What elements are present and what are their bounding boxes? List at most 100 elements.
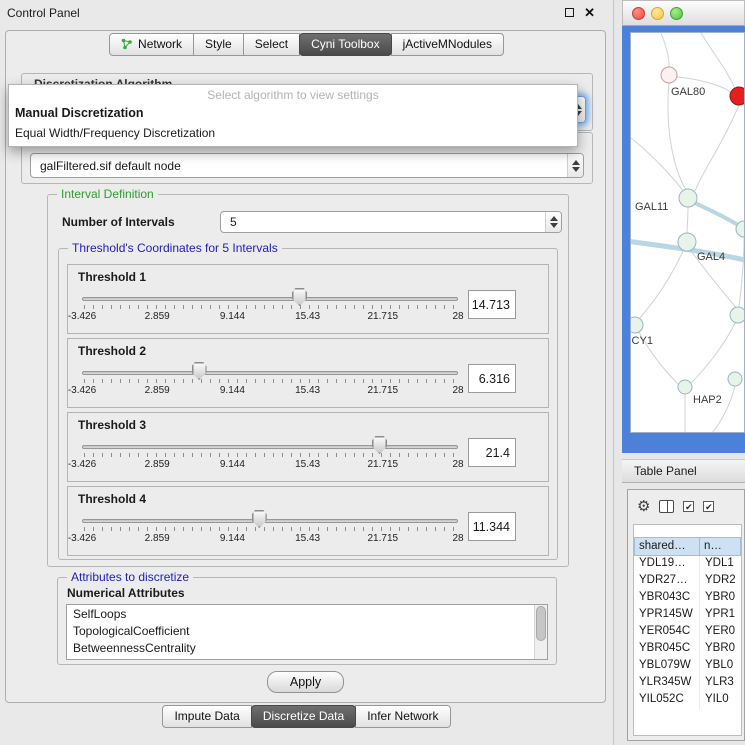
threshold-slider[interactable]: -3.4262.8599.14415.4321.71528: [82, 288, 458, 326]
table-data-combobox[interactable]: galFiltered.sif default node: [30, 153, 584, 178]
threshold-value-field[interactable]: 21.4: [468, 438, 516, 467]
numerical-attributes-label: Numerical Attributes: [67, 586, 185, 600]
slider-thumb-icon[interactable]: [192, 362, 207, 380]
table-row[interactable]: YPR145WYPR1: [634, 607, 741, 624]
node-gal4[interactable]: [678, 233, 696, 251]
network-edge[interactable]: [639, 251, 683, 319]
threshold-value-field[interactable]: 6.316: [468, 364, 516, 393]
gear-icon[interactable]: ⚙: [637, 499, 650, 514]
table-toolbar: ⚙ ✔ ✔: [628, 490, 744, 522]
zoom-button[interactable]: [670, 7, 683, 20]
node-red[interactable]: [730, 87, 745, 105]
dropdown-option-equal-width-frequency[interactable]: Equal Width/Frequency Discretization: [9, 123, 577, 143]
node-hap2[interactable]: [678, 380, 692, 394]
tab-network[interactable]: Network: [109, 33, 194, 56]
table-row[interactable]: YDL19…YDL1: [634, 556, 741, 573]
cell-name: YLR3: [700, 675, 741, 692]
threshold-slider[interactable]: -3.4262.8599.14415.4321.71528: [82, 510, 458, 548]
threshold-value-field[interactable]: 11.344: [468, 512, 516, 541]
number-of-intervals-combobox[interactable]: 5: [220, 211, 562, 233]
column-header-shared-name[interactable]: shared…: [634, 537, 700, 556]
network-edge[interactable]: [691, 323, 735, 383]
threshold-label: Threshold 1: [68, 265, 548, 288]
table-row[interactable]: YDR27…YDR2: [634, 573, 741, 590]
cell-shared-name: YBL079W: [634, 658, 700, 675]
table-body: YDL19…YDL1YDR27…YDR2YBR043CYBR0YPR145WYP…: [634, 556, 741, 709]
table-row[interactable]: YIL052CYIL0: [634, 692, 741, 709]
number-of-intervals-label: Number of Intervals: [62, 215, 175, 229]
threshold-value-field[interactable]: 14.713: [468, 290, 516, 319]
checkbox-icon-1[interactable]: ✔: [683, 501, 694, 512]
table-row[interactable]: YBR043CYBR0: [634, 590, 741, 607]
slider-track: [82, 371, 458, 375]
tab-discretize-data[interactable]: Discretize Data: [251, 705, 356, 728]
float-window-icon[interactable]: [565, 8, 574, 17]
network-edge[interactable]: [739, 237, 744, 307]
thresholds-group-title: Threshold's Coordinates for 5 Intervals: [68, 241, 282, 255]
attributes-group: Attributes to discretize Numerical Attri…: [57, 577, 557, 665]
threshold-slider[interactable]: -3.4262.8599.14415.4321.71528: [82, 436, 458, 474]
table-row[interactable]: YER054CYER0: [634, 624, 741, 641]
tab-cyni-toolbox[interactable]: Cyni Toolbox: [299, 33, 391, 56]
column-header-name[interactable]: n…: [700, 537, 741, 556]
scale-label: 28: [452, 311, 463, 322]
tab-style[interactable]: Style: [193, 33, 244, 56]
tab-jactivemnodules[interactable]: jActiveMNodules: [391, 33, 504, 56]
scrollbar-thumb[interactable]: [536, 606, 546, 641]
apply-button[interactable]: Apply: [267, 671, 344, 693]
network-canvas[interactable]: GAL80GAL11GAL4GCY1HAP2: [630, 32, 745, 433]
threshold-panel: Threshold 4-3.4262.8599.14415.4321.71528…: [67, 486, 549, 556]
dropdown-option-manual-discretization[interactable]: Manual Discretization: [9, 103, 577, 123]
tab-label: Style: [205, 37, 232, 51]
scale-label: -3.426: [68, 311, 96, 322]
tab-label: jActiveMNodules: [403, 37, 492, 51]
slider-thumb-icon[interactable]: [372, 436, 387, 454]
minimize-button[interactable]: [651, 7, 664, 20]
scale-label: 15.43: [295, 385, 320, 396]
network-edge[interactable]: [668, 83, 686, 190]
tab-infer-network[interactable]: Infer Network: [355, 705, 450, 728]
tab-select[interactable]: Select: [243, 33, 300, 56]
close-button[interactable]: [632, 7, 645, 20]
network-edge[interactable]: [695, 105, 739, 191]
slider-thumb-icon[interactable]: [292, 288, 307, 306]
attribute-item[interactable]: TopologicalCoefficient: [73, 623, 547, 640]
slider-track: [82, 445, 458, 449]
slider-track: [82, 519, 458, 523]
node-label: GAL11: [635, 201, 668, 213]
table-row[interactable]: YBR045CYBR0: [634, 641, 741, 658]
table-row[interactable]: YBL079WYBL0: [634, 658, 741, 675]
combo-stepper-icon[interactable]: [545, 212, 561, 232]
thresholds-list: Threshold 1-3.4262.8599.14415.4321.71528…: [59, 264, 557, 556]
apply-row: Apply: [6, 671, 605, 693]
attributes-scrollbar[interactable]: [534, 605, 547, 659]
node-right-2[interactable]: [730, 307, 745, 323]
attribute-item[interactable]: BetweennessCentrality: [73, 640, 547, 657]
table-panel-bar: Table Panel: [622, 459, 745, 483]
network-edge[interactable]: [687, 207, 688, 233]
scale-label: 2.859: [145, 459, 170, 470]
checkbox-icon-2[interactable]: ✔: [703, 501, 714, 512]
network-icon: [121, 38, 133, 50]
node-gal80[interactable]: [661, 67, 677, 83]
slider-track: [82, 297, 458, 301]
close-icon[interactable]: ✕: [584, 8, 595, 18]
attribute-item[interactable]: SelfLoops: [73, 606, 547, 623]
network-edge[interactable]: [701, 33, 735, 89]
threshold-label: Threshold 4: [68, 487, 548, 510]
slider-thumb-icon[interactable]: [252, 510, 267, 528]
combo-stepper-icon[interactable]: [567, 154, 583, 177]
cell-name: YBR0: [700, 641, 741, 658]
dropdown-hint: Select algorithm to view settings: [9, 85, 577, 103]
node-right-3[interactable]: [728, 372, 742, 386]
threshold-slider[interactable]: -3.4262.8599.14415.4321.71528: [82, 362, 458, 400]
control-panel-titlebar: Control Panel ✕: [0, 0, 613, 22]
tab-impute-data[interactable]: Impute Data: [162, 705, 251, 728]
network-view-window: GAL80GAL11GAL4GCY1HAP2: [622, 0, 745, 453]
node-gcy1[interactable]: [631, 317, 643, 333]
table-row[interactable]: YLR345WYLR3: [634, 675, 741, 692]
columns-icon[interactable]: [659, 500, 674, 513]
node-gal11[interactable]: [679, 189, 697, 207]
scale-label: -3.426: [68, 459, 96, 470]
network-window-titlebar: [622, 0, 745, 26]
